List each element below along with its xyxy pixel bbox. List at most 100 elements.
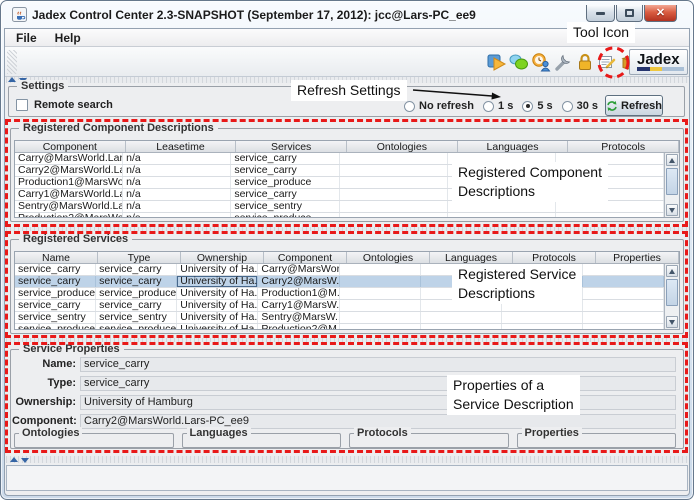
jadex-logo[interactable]: Jadex — [629, 49, 688, 75]
table-cell[interactable]: service_carry — [231, 189, 339, 200]
radio-30s[interactable]: 30 s — [562, 100, 598, 112]
column-header[interactable]: Properties — [596, 252, 679, 263]
table-cell[interactable] — [340, 276, 421, 287]
table-cell[interactable] — [502, 312, 583, 323]
table-cell[interactable]: service_produce — [96, 324, 177, 330]
table-cell[interactable] — [340, 213, 448, 218]
scroll-down-icon[interactable] — [666, 204, 678, 216]
column-header[interactable]: Leasetime — [126, 141, 237, 152]
table-cell[interactable] — [340, 312, 421, 323]
table-cell[interactable] — [583, 312, 664, 323]
table-cell[interactable]: service_carry — [96, 264, 177, 275]
components-scrollbar[interactable] — [664, 153, 679, 217]
table-cell[interactable] — [556, 201, 664, 212]
column-header[interactable]: Ontologies — [347, 252, 430, 263]
column-header[interactable]: Component — [15, 141, 126, 152]
column-header[interactable]: Ontologies — [347, 141, 458, 152]
table-cell[interactable]: n/a — [123, 189, 231, 200]
radio-no-refresh[interactable]: No refresh — [404, 100, 474, 112]
table-cell[interactable]: n/a — [123, 153, 231, 164]
table-cell[interactable]: Carry1@MarsWorld.La... — [15, 189, 123, 200]
table-cell[interactable]: service_carry — [96, 300, 177, 311]
table-cell[interactable]: service_carry — [15, 300, 96, 311]
table-cell[interactable]: University of Ha... — [177, 312, 258, 323]
column-header[interactable]: Protocols — [568, 141, 679, 152]
table-cell[interactable] — [340, 201, 448, 212]
table-cell[interactable]: service_produce — [96, 288, 177, 299]
table-cell[interactable] — [583, 276, 664, 287]
splitter-expand-icon[interactable] — [21, 458, 29, 463]
table-cell[interactable] — [421, 324, 502, 330]
table-cell[interactable]: Production2@MarsWo... — [15, 213, 123, 218]
table-cell[interactable] — [340, 300, 421, 311]
scrollbar-thumb[interactable] — [666, 168, 678, 195]
table-cell[interactable]: Carry1@MarsW... — [258, 300, 339, 311]
table-cell[interactable]: service_carry — [231, 165, 339, 176]
table-cell[interactable] — [448, 201, 556, 212]
table-cell[interactable] — [340, 288, 421, 299]
table-cell[interactable]: n/a — [123, 201, 231, 212]
column-header[interactable]: Languages — [430, 252, 513, 263]
table-cell[interactable]: service_carry — [96, 276, 177, 287]
table-cell[interactable] — [556, 213, 664, 218]
table-cell[interactable] — [340, 165, 448, 176]
table-cell[interactable] — [340, 177, 448, 188]
refresh-button[interactable]: Refresh — [605, 95, 663, 116]
column-header[interactable]: Type — [98, 252, 181, 263]
table-cell[interactable]: Sentry@MarsW... — [258, 312, 339, 323]
scrollbar-thumb[interactable] — [666, 279, 678, 306]
table-cell[interactable]: n/a — [123, 213, 231, 218]
console-panel[interactable] — [6, 465, 688, 491]
radio-1s[interactable]: 1 s — [483, 100, 513, 112]
table-cell[interactable]: n/a — [123, 177, 231, 188]
table-cell[interactable]: Production2@M... — [258, 324, 339, 330]
table-cell[interactable]: service_carry — [15, 264, 96, 275]
close-button[interactable]: ✕ — [644, 5, 677, 22]
splitter-mid-1[interactable] — [6, 227, 688, 231]
table-cell[interactable]: University of Ha... — [177, 300, 258, 311]
menu-help[interactable]: Help — [48, 31, 88, 45]
table-cell[interactable] — [340, 264, 421, 275]
scroll-up-icon[interactable] — [666, 265, 678, 277]
scroll-up-icon[interactable] — [666, 154, 678, 166]
table-cell[interactable]: University of Ha... — [177, 324, 258, 330]
scroll-down-icon[interactable] — [666, 316, 678, 328]
type-field[interactable]: service_carry — [80, 376, 676, 391]
table-cell[interactable]: service_sentry — [96, 312, 177, 323]
table-cell[interactable]: n/a — [123, 165, 231, 176]
table-cell[interactable]: Carry@MarsWor... — [258, 264, 339, 275]
table-cell[interactable] — [583, 264, 664, 275]
table-cell[interactable]: Carry2@MarsW... — [258, 276, 339, 287]
ownership-field[interactable]: University of Hamburg — [80, 395, 676, 410]
table-row[interactable]: service_produceservice_produceUniversity… — [15, 324, 664, 330]
table-cell[interactable]: University of Ha... — [177, 264, 258, 275]
table-cell[interactable]: service_sentry — [231, 201, 339, 212]
column-header[interactable]: Services — [236, 141, 347, 152]
table-row[interactable]: service_sentryservice_sentryUniversity o… — [15, 312, 664, 324]
message-tool-icon[interactable] — [596, 49, 617, 74]
table-cell[interactable]: service_produce — [15, 288, 96, 299]
radio-5s[interactable]: 5 s — [522, 100, 552, 112]
table-cell[interactable] — [340, 189, 448, 200]
table-cell[interactable] — [448, 213, 556, 218]
column-header[interactable]: Languages — [458, 141, 569, 152]
table-cell[interactable]: University of Ha... — [177, 276, 258, 287]
awareness-tool-icon[interactable] — [530, 49, 551, 74]
services-scrollbar[interactable] — [664, 264, 679, 329]
table-cell[interactable] — [340, 153, 448, 164]
table-cell[interactable] — [421, 312, 502, 323]
minimize-button[interactable] — [586, 5, 615, 22]
table-cell[interactable]: Carry@MarsWorld.Lar... — [15, 153, 123, 164]
table-cell[interactable]: Sentry@MarsWorld.La... — [15, 201, 123, 212]
maximize-button[interactable] — [616, 5, 643, 22]
table-cell[interactable]: service_sentry — [15, 312, 96, 323]
table-cell[interactable]: service_carry — [231, 153, 339, 164]
name-field[interactable]: service_carry — [80, 357, 676, 372]
column-header[interactable]: Protocols — [513, 252, 596, 263]
menu-file[interactable]: File — [9, 31, 44, 45]
splitter-mid-2[interactable] — [6, 338, 688, 342]
remote-search-checkbox[interactable] — [16, 99, 28, 111]
table-row[interactable]: Production2@MarsWo...n/aservice_produce — [15, 213, 664, 218]
column-header[interactable]: Component — [264, 252, 347, 263]
table-cell[interactable] — [340, 324, 421, 330]
